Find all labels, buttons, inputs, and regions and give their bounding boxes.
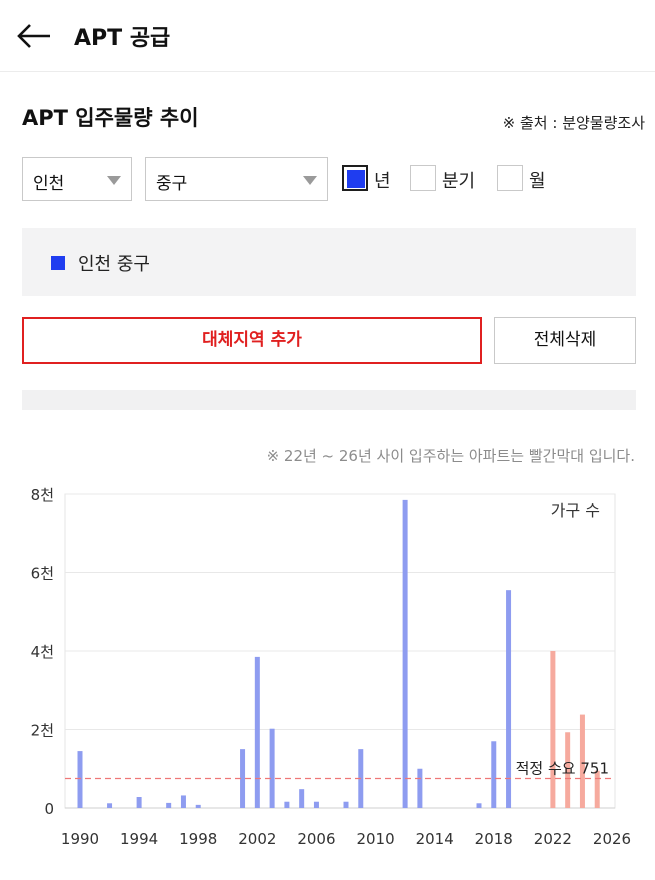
- add-region-button[interactable]: 대체지역 추가: [22, 317, 482, 364]
- period-checkbox-year[interactable]: [342, 165, 368, 191]
- y-tick-label: 2천: [31, 722, 54, 740]
- data-bar: [77, 751, 83, 808]
- data-bar: [136, 797, 142, 808]
- data-bar: [417, 768, 423, 808]
- region-select-value: 인천: [33, 174, 65, 194]
- supply-bar-chart: 0 2천 4천 6천 8천 1990 1994 1998 2002 2006 2010 2014 201…: [31, 486, 631, 848]
- district-select-value: 중구: [156, 174, 188, 194]
- data-bar: [343, 801, 349, 808]
- section-title: APT 입주물량 추이: [22, 106, 199, 130]
- data-bar: [313, 801, 319, 808]
- data-bar: [284, 801, 290, 808]
- data-bar: [166, 802, 172, 808]
- y-tick-label: 8천: [31, 486, 54, 504]
- data-bar: [476, 803, 482, 808]
- x-tick-label: 2010: [356, 830, 394, 848]
- x-tick-label: 2014: [416, 830, 454, 848]
- period-label-month: 월: [529, 171, 546, 192]
- region-select[interactable]: 인천: [22, 157, 132, 201]
- period-checkbox-quarter[interactable]: [410, 165, 436, 191]
- chevron-down-icon: [303, 176, 317, 185]
- data-bar: [550, 651, 556, 808]
- period-label-year: 년: [374, 171, 391, 192]
- checkbox-fill: [347, 170, 365, 188]
- period-label-quarter: 분기: [442, 171, 476, 192]
- chevron-down-icon: [107, 176, 121, 185]
- legend-label: 인천 중구: [78, 254, 150, 275]
- data-bar: [254, 656, 260, 808]
- data-bar: [180, 795, 186, 808]
- x-tick-label: 1998: [179, 830, 217, 848]
- source-text: ※ 출처 : 분양물량조사: [502, 114, 645, 132]
- demand-reference-label: 적정 수요 751: [516, 760, 609, 778]
- x-tick-label: 2018: [475, 830, 513, 848]
- data-bar: [299, 789, 305, 808]
- data-bar: [491, 741, 497, 808]
- y-tick-label: 0: [44, 800, 54, 818]
- unit-label: 가구 수: [551, 501, 600, 520]
- legend-swatch: [51, 256, 65, 270]
- app-header: APT 공급: [0, 0, 655, 72]
- y-tick-label: 4천: [31, 643, 54, 661]
- page-title: APT 공급: [74, 26, 171, 51]
- data-bar: [195, 804, 201, 808]
- x-tick-label: 2002: [238, 830, 276, 848]
- x-tick-label: 2022: [534, 830, 572, 848]
- y-tick-label: 6천: [31, 565, 54, 583]
- arrow-left-icon: [17, 24, 50, 48]
- x-tick-label: 2006: [297, 830, 335, 848]
- back-button[interactable]: [16, 18, 56, 54]
- data-bar: [506, 590, 512, 808]
- legend-panel: 인천 중구: [22, 228, 636, 296]
- chart-note: ※ 22년 ~ 26년 사이 입주하는 아파트는 빨간막대 입니다.: [266, 447, 635, 465]
- period-checkbox-month[interactable]: [497, 165, 523, 191]
- x-tick-label: 1994: [120, 830, 158, 848]
- data-bar: [107, 803, 113, 808]
- data-bar: [402, 499, 408, 808]
- supply-chart: 0 2천 4천 6천 8천 1990 1994 1998 2002 2006 2010 2014 201…: [0, 480, 655, 850]
- clear-all-button[interactable]: 전체삭제: [494, 317, 636, 364]
- data-bar: [269, 728, 275, 808]
- district-select[interactable]: 중구: [145, 157, 328, 201]
- x-tick-label: 2026: [593, 830, 631, 848]
- divider-bar: [22, 390, 636, 410]
- x-tick-label: 1990: [61, 830, 99, 848]
